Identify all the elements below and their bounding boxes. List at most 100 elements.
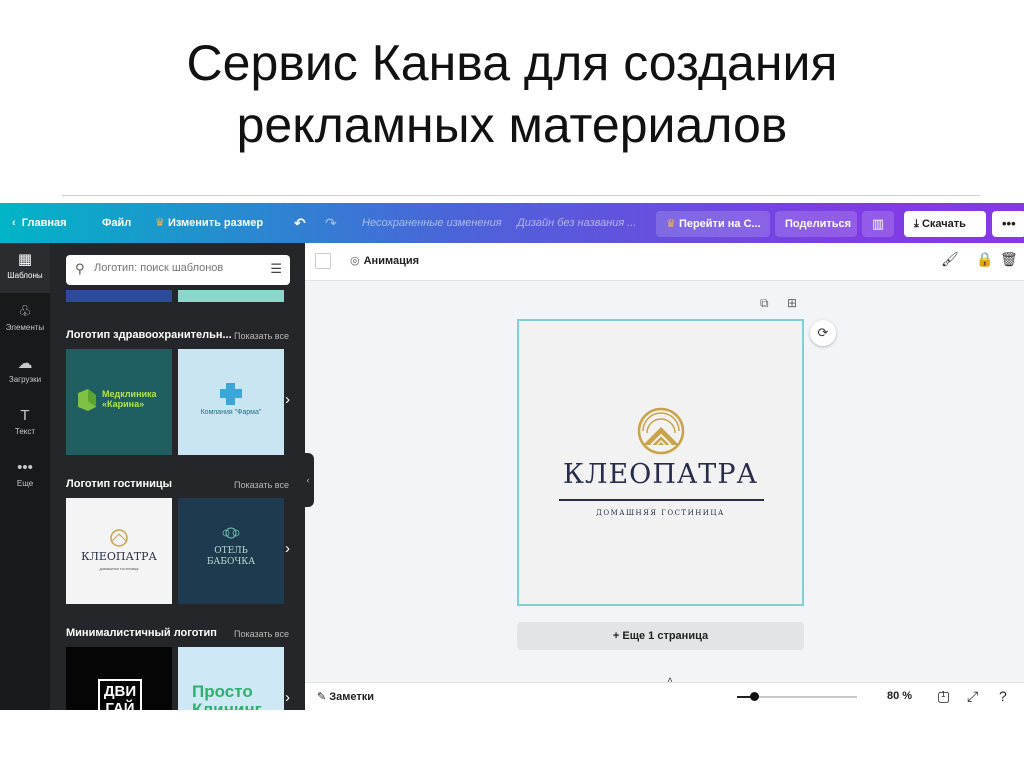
resize-button[interactable]: ♛ Изменить размер [155,203,263,243]
animation-button[interactable]: ◎ Анимация [350,254,419,267]
design-page[interactable]: КЛЕОПАТРА ДОМАШНЯЯ ГОСТИНИЦА [517,319,804,606]
add-page-button[interactable]: + Еще 1 страница [517,622,804,650]
template-thumb-pharma[interactable]: Компания "Фарма" [178,349,284,455]
chevron-right-icon[interactable]: › [285,540,290,557]
rail-item-templates[interactable]: ▦ Шаблоны [0,243,50,293]
lock-icon[interactable]: 🔒 [976,251,993,268]
thumb-text: Компания "Фарма" [200,409,262,416]
text-icon: T [20,407,30,424]
trash-icon[interactable]: 🗑 [1000,251,1018,268]
rail-item-elements[interactable]: ♧ Элементы [0,295,50,345]
section-title: Минималистичный логотип [66,627,217,639]
animation-label: Анимация [363,255,420,267]
refresh-icon[interactable]: ⟳ [810,320,836,346]
thumb-text: БАБОЧКА [206,557,256,567]
collapse-panel-handle[interactable]: ‹ [302,453,314,507]
rail-label: Загрузки [8,375,42,384]
template-search[interactable]: ⚲ ☰ [66,255,290,285]
pharma-cross-icon [220,383,242,405]
duplicate-page-icon[interactable]: ⧉ [760,296,769,311]
zoom-level[interactable]: 80 % [887,690,912,702]
template-thumb-partial[interactable] [178,290,284,302]
analytics-icon[interactable]: ▥ [862,211,894,237]
page-count: 1 [941,690,946,699]
show-all-link[interactable]: Показать все [234,629,289,639]
cloud-upload-icon: ☁ [17,355,33,372]
templates-icon: ▦ [17,251,33,268]
thumb-text: КЛЕОПАТРА [81,550,157,563]
thumb-text: Просто [192,682,253,701]
more-options-button[interactable]: ••• [992,211,1024,237]
title-divider [62,195,980,196]
animation-icon: ◎ [350,255,360,267]
show-all-link[interactable]: Показать все [234,480,289,490]
templates-panel: ⚲ ☰ Логотип здравоохранительн... Показат… [50,243,305,710]
download-button[interactable]: ⤓ Скачать [904,211,986,237]
template-thumb-medclinic[interactable]: Медклиника «Карина» [66,349,172,455]
slide-title-line-1: Сервис Канва для создания [186,35,838,91]
fullscreen-icon[interactable]: ⤢ [967,688,978,705]
help-icon[interactable]: ? [999,688,1007,704]
notes-label: Заметки [329,691,375,703]
thumb-text: «Карина» [102,399,145,409]
thumb-text: Клининг [192,700,262,711]
file-menu[interactable]: Файл [102,203,131,243]
brand-underline [559,499,764,501]
brand-name[interactable]: КЛЕОПАТРА [519,459,802,490]
premium-button[interactable]: ♛ Перейти на С... [656,211,770,237]
rail-label: Еще [16,479,34,488]
thumb-text: домашняя гостиница [99,566,139,571]
background-color-swatch[interactable] [315,253,331,269]
home-label: Главная [21,217,67,229]
paint-roller-icon[interactable]: 🖌 [941,251,959,268]
zoom-slider[interactable] [737,692,857,701]
rail-item-text[interactable]: T Текст [0,399,50,449]
unsaved-changes-status: Несохраненные изменения [362,217,502,229]
top-bar: ‹ Главная Файл ♛ Изменить размер ↶ ↷ Нес… [0,203,1024,243]
home-button[interactable]: ‹ Главная [12,203,67,243]
thumb-text: ОТЕЛЬ [214,546,248,556]
undo-icon[interactable]: ↶ [294,203,306,243]
search-input[interactable] [94,262,264,274]
notes-icon: ✎ [317,691,327,703]
design-name[interactable]: Дизайн без названия ... [517,203,636,243]
slide-title: Сервис Канва для создания рекламных мате… [0,32,1024,156]
dots-icon: ••• [17,459,33,476]
share-button[interactable]: Поделиться [775,211,857,237]
add-page-icon[interactable]: ⊞ [787,296,797,310]
page-count-icon[interactable]: ▢ 1 [937,688,950,705]
section-title: Логотип здравоохранительн... [66,329,232,341]
thumb-text: ДВИ [103,683,137,700]
left-rail: ▦ Шаблоны ♧ Элементы ☁ Загрузки T Текст … [0,243,50,710]
thumb-text: Медклиника [102,389,157,399]
brand-subtitle[interactable]: ДОМАШНЯЯ ГОСТИНИЦА [519,509,802,517]
slide-title-line-2: рекламных материалов [236,97,788,153]
download-label: Скачать [921,218,966,230]
bottom-bar: ✎ Заметки 80 % ▢ 1 ⤢ ? [305,682,1024,710]
show-all-link[interactable]: Показать все [234,331,289,341]
resize-label: Изменить размер [167,217,264,229]
template-thumb-hotel-butterfly[interactable]: ОТЕЛЬ БАБОЧКА [178,498,284,604]
thumb-text: ГАЙ [105,700,135,710]
notes-button[interactable]: ✎ Заметки [317,690,374,703]
canva-editor: ‹ Главная Файл ♛ Изменить размер ↶ ↷ Нес… [0,203,1024,710]
premium-label: Перейти на С... [678,218,761,230]
rail-item-uploads[interactable]: ☁ Загрузки [0,347,50,397]
template-thumb-dvigai[interactable]: ДВИ ГАЙ [66,647,172,710]
template-thumb-clean[interactable]: Просто Клининг [178,647,284,710]
crown-icon: ♛ [155,217,165,229]
download-icon: ⤓ [914,218,919,230]
editor-toolbar: ◎ Анимация 🖌 🔒 🗑 [305,243,1024,281]
zoom-slider-knob[interactable] [749,692,759,701]
rail-label: Шаблоны [7,271,43,280]
rail-label: Элементы [5,323,45,332]
chevron-right-icon[interactable]: › [285,689,290,706]
rail-item-more[interactable]: ••• Еще [0,451,50,501]
filter-icon[interactable]: ☰ [270,261,282,277]
template-thumb-kleopatra[interactable]: КЛЕОПАТРА домашняя гостиница [66,498,172,604]
template-thumb-partial[interactable] [66,290,172,302]
redo-icon[interactable]: ↷ [325,203,337,243]
section-title: Логотип гостиницы [66,478,173,490]
chevron-right-icon[interactable]: › [285,391,290,408]
chevron-left-icon: ‹ [12,217,16,229]
